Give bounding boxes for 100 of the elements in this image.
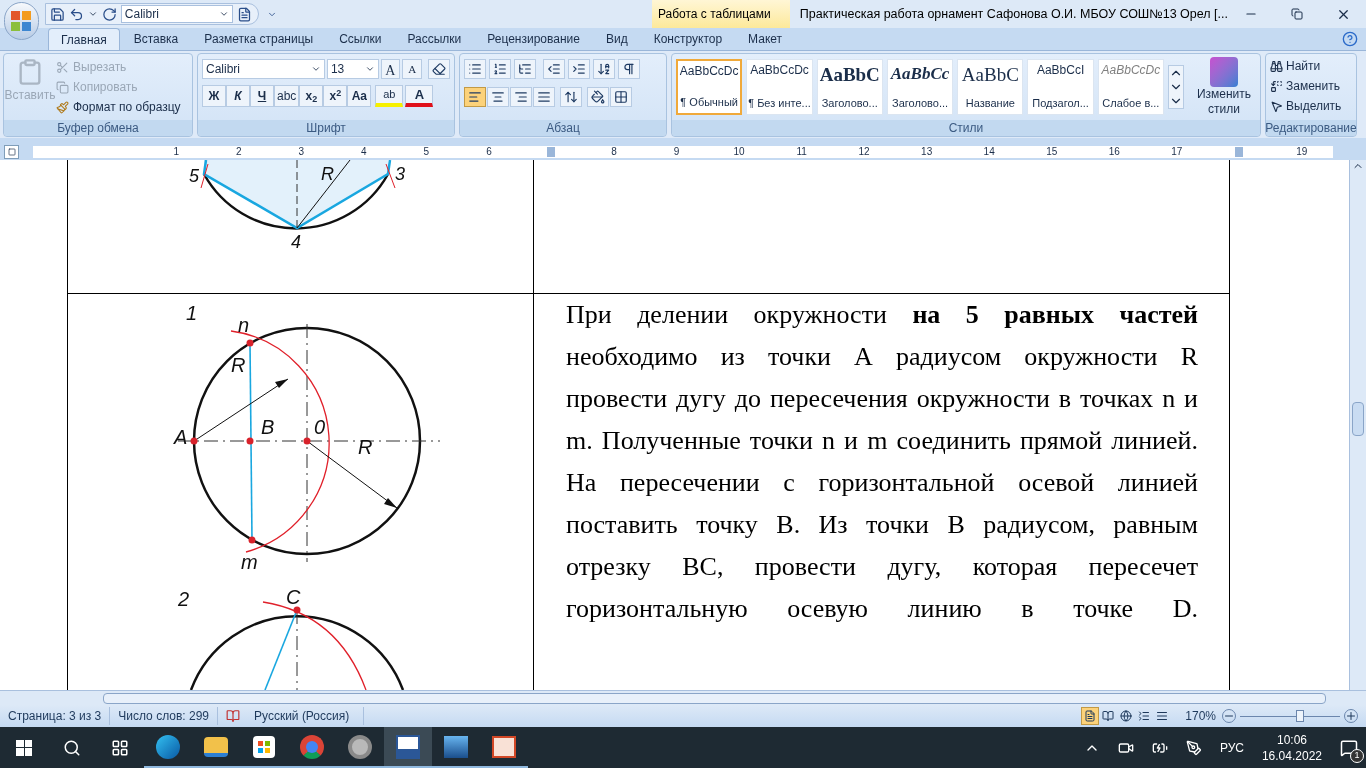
redo-icon[interactable] [101, 6, 117, 22]
help-icon[interactable] [1342, 31, 1358, 47]
borders-button[interactable] [610, 87, 632, 107]
taskbar-app[interactable] [384, 727, 432, 768]
ruler-number: 12 [857, 147, 871, 157]
spelling-check-icon[interactable] [226, 709, 240, 723]
save-icon[interactable] [49, 6, 65, 22]
clock-date[interactable]: 16.04.2022 [1261, 747, 1322, 764]
replace-button[interactable]: Заменить [1270, 77, 1356, 95]
input-language[interactable]: РУС [1219, 738, 1244, 757]
pointer-icon [1270, 99, 1283, 113]
highlight-button[interactable]: ab [375, 85, 404, 107]
clear-formatting-icon [432, 62, 447, 76]
format-button[interactable]: Ж [202, 85, 226, 107]
ribbon-tab[interactable]: Главная [48, 28, 120, 50]
language-status[interactable]: Русский (Россия) [240, 707, 365, 725]
find-button[interactable]: Найти [1270, 57, 1356, 75]
format-button[interactable]: abc [274, 85, 300, 107]
font-size-field[interactable]: 13 [326, 59, 379, 79]
style-option[interactable]: AaBbC Заголово... [816, 59, 883, 115]
ruler-number: 9 [672, 147, 681, 157]
sort-icon [597, 62, 611, 76]
undo-icon[interactable] [68, 6, 84, 22]
word-count[interactable]: Число слов: 299 [110, 707, 218, 725]
office-logo-button[interactable] [4, 2, 39, 40]
font-field[interactable]: Calibri [120, 5, 233, 23]
shrink-font-button[interactable]: A [402, 59, 423, 79]
page-count[interactable]: Страница: 3 из 3 [0, 707, 111, 725]
document-icon[interactable] [236, 6, 252, 22]
view-icon [1084, 710, 1097, 722]
ruler-number: 16 [1107, 147, 1121, 157]
clear-formatting-button[interactable] [428, 59, 450, 79]
binoculars-icon [1270, 59, 1283, 73]
pen-icon[interactable] [1185, 739, 1202, 756]
format-button[interactable]: x$^{2}$ [323, 85, 348, 107]
zoom-slider[interactable] [1240, 709, 1340, 723]
view-button[interactable] [1081, 707, 1100, 725]
figure-label: 1 [186, 302, 198, 324]
horizontal-scrollbar[interactable] [0, 690, 1366, 705]
ruler-number: 19 [1295, 147, 1309, 157]
line-spacing-button[interactable] [560, 87, 582, 107]
font-color-button[interactable]: A [405, 85, 434, 107]
align-button[interactable] [533, 87, 555, 107]
zoom-slider-thumb[interactable] [1296, 710, 1304, 722]
align-button[interactable] [464, 87, 486, 107]
zoom-in-icon[interactable] [1344, 709, 1358, 723]
format-painter-button[interactable]: Формат по образцу [56, 98, 181, 116]
ruler-number: 13 [920, 147, 934, 157]
align-button[interactable] [487, 87, 509, 107]
clock-time[interactable]: 10:06 [1276, 731, 1307, 748]
zoom-level[interactable]: 170% [1185, 707, 1216, 725]
ribbon-tab[interactable]: Вставка [121, 28, 191, 50]
vertical-scrollbar[interactable] [1349, 160, 1366, 690]
decrease-indent-button[interactable] [543, 59, 565, 79]
bullets-button[interactable] [464, 59, 486, 79]
style-option[interactable]: AaBbCcDc ¶ Обычный [676, 59, 743, 115]
format-button[interactable]: Aa [347, 85, 372, 107]
ruler-number: 8 [610, 147, 618, 157]
view-icon [1138, 710, 1151, 722]
ribbon-tab[interactable]: Рецензирование [475, 28, 592, 50]
font-name-field[interactable]: Calibri [202, 59, 325, 79]
view-icon [1120, 710, 1133, 722]
ribbon-tab[interactable]: Вид [593, 28, 640, 50]
select-button[interactable]: Выделить [1270, 97, 1356, 115]
notifications-icon[interactable] [1340, 738, 1358, 757]
style-option[interactable]: AaBbCcDc Слабое в... [1097, 59, 1164, 115]
ruler-number: 11 [795, 147, 808, 157]
style-option[interactable]: AaBbCcI Подзагол... [1027, 59, 1094, 115]
numbering-button[interactable] [489, 59, 511, 79]
ribbon-tab[interactable]: Разметка страницы [192, 28, 326, 50]
format-button[interactable]: К [226, 85, 250, 107]
pilcrow-button[interactable] [618, 59, 640, 79]
ribbon-tab[interactable]: Рассылки [395, 28, 474, 50]
ruler-number: 1 [172, 147, 181, 157]
align-button[interactable] [510, 87, 532, 107]
format-button[interactable]: x$_{2}$ [299, 85, 324, 107]
change-styles-button[interactable]: Изменить стили [1192, 57, 1256, 117]
increase-indent-button[interactable] [568, 59, 590, 79]
search-icon [63, 738, 81, 757]
grow-font-button[interactable]: A [380, 59, 401, 79]
ribbon-tab[interactable]: Ссылки [327, 28, 394, 50]
figure-label: 4 [291, 232, 301, 252]
line-spacing-icon [564, 90, 578, 104]
store-icon [253, 735, 275, 758]
multilevel-list-button[interactable] [514, 59, 536, 79]
ruler-number: 17 [1170, 147, 1184, 157]
scroll-thumb[interactable] [1352, 402, 1364, 436]
format-button[interactable]: Ч [250, 85, 274, 107]
margin-marker-icon [1235, 147, 1244, 157]
figure-label: R [231, 354, 246, 376]
windows-logo-icon [16, 739, 32, 756]
ribbon-tab[interactable]: Макет [736, 28, 795, 50]
sort-button[interactable] [593, 59, 615, 79]
tab-selector-button[interactable] [4, 145, 19, 159]
ribbon-tab[interactable]: Конструктор [641, 28, 735, 50]
caret-icon[interactable] [87, 9, 98, 19]
style-option[interactable]: AaBbCcDc ¶ Без инте... [746, 59, 813, 115]
style-option[interactable]: AaBbC Название [957, 59, 1024, 115]
shading-button[interactable] [587, 87, 609, 107]
style-option[interactable]: AaBbCc Заголово... [886, 59, 954, 115]
